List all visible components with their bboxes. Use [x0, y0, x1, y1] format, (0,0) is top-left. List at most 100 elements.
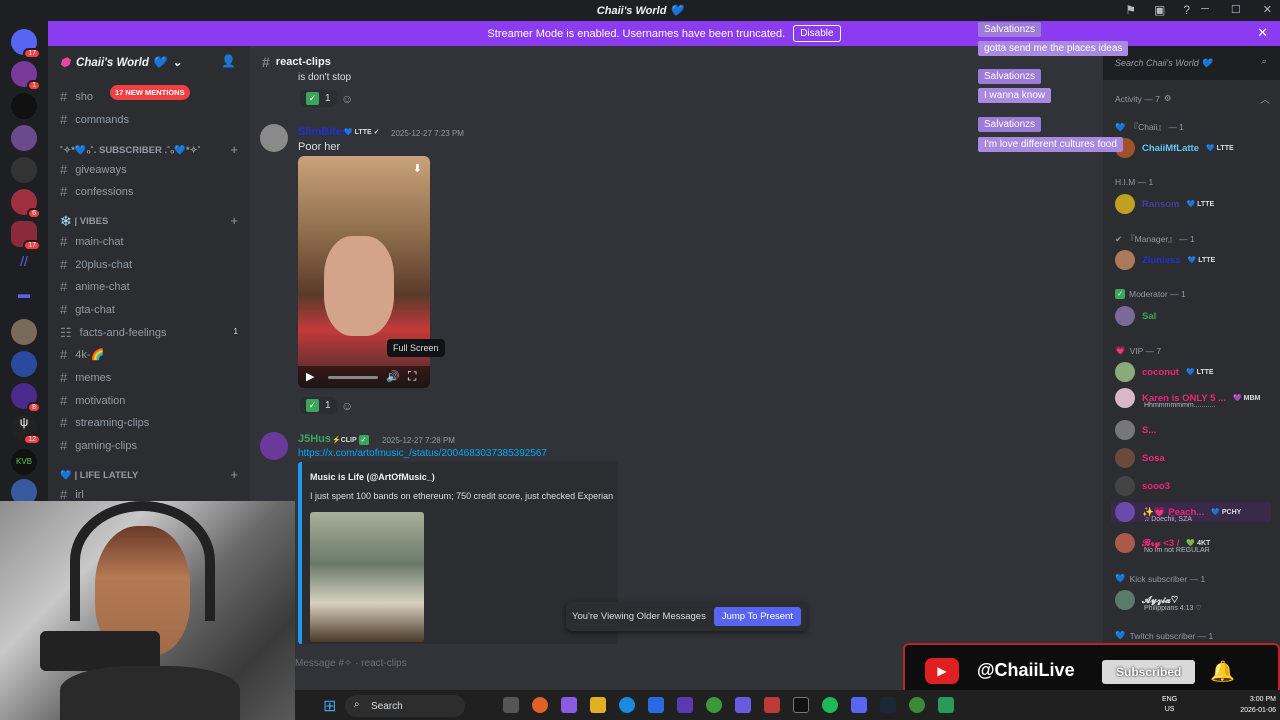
fullscreen-icon[interactable]: ⛶: [408, 369, 416, 384]
channel-item[interactable]: # confessions: [60, 184, 133, 199]
avatar: [1115, 448, 1135, 468]
spotify-icon[interactable]: [822, 697, 838, 713]
add-channel-icon[interactable]: +: [230, 142, 238, 157]
server-icon[interactable]: [11, 351, 37, 377]
server-header[interactable]: ⬢ Chaii's World 💙 ⌄: [48, 46, 250, 78]
help-icon[interactable]: ?: [1183, 3, 1190, 17]
message-author[interactable]: SlimBites: [298, 126, 348, 138]
category-life[interactable]: 💙 | LIFE LATELY: [60, 470, 138, 481]
search-input[interactable]: Search Chaii's World 💙 ⌕: [1110, 54, 1272, 72]
overlay-chat-user: Salvationzs: [978, 69, 1042, 84]
chrome-icon[interactable]: [909, 697, 925, 713]
channel-item[interactable]: #20plus-chat: [60, 257, 132, 272]
seek-bar[interactable]: [328, 376, 378, 379]
add-channel-icon[interactable]: +: [230, 213, 238, 228]
app-icon[interactable]: [764, 697, 780, 713]
member-item[interactable]: Ransom 💙 LTTE: [1115, 194, 1214, 214]
file-explorer-icon[interactable]: [590, 697, 606, 713]
task-view-icon[interactable]: [503, 697, 519, 713]
avatar[interactable]: [260, 124, 288, 152]
member-item[interactable]: Zluniess 💙 LTTE: [1115, 250, 1215, 270]
server-icon[interactable]: 6: [11, 189, 41, 219]
add-reaction-icon[interactable]: ☺: [341, 399, 353, 413]
category-vibes[interactable]: ❄️ | VIBES: [60, 216, 108, 227]
disable-button[interactable]: Disable: [793, 25, 841, 42]
vscode-icon[interactable]: [648, 697, 664, 713]
tiktok-icon[interactable]: [793, 697, 809, 713]
inbox-icon[interactable]: ⚑: [1125, 3, 1136, 17]
app-icon[interactable]: [938, 697, 954, 713]
message-link[interactable]: https://x.com/artofmusic_/status/2004683…: [298, 448, 547, 459]
taskbar-search[interactable]: ⌕ Search: [345, 695, 465, 717]
reaction[interactable]: ✓ 1: [300, 397, 337, 414]
maximize-button[interactable]: ☐: [1231, 3, 1241, 16]
member-item[interactable]: Sosa: [1115, 448, 1165, 468]
language-indicator[interactable]: ENG US: [1162, 695, 1177, 715]
channel-item[interactable]: # memes: [60, 370, 111, 385]
server-icon[interactable]: KVB: [11, 449, 37, 475]
add-member-icon[interactable]: 👤: [221, 54, 236, 68]
older-messages-text: You're Viewing Older Messages: [572, 611, 706, 622]
windows-start-icon[interactable]: ⊞: [323, 696, 336, 716]
server-icon[interactable]: [11, 93, 37, 119]
app-icon[interactable]: [677, 697, 693, 713]
brave-icon[interactable]: [532, 697, 548, 713]
add-channel-icon[interactable]: +: [230, 467, 238, 482]
copilot-icon[interactable]: [561, 697, 577, 713]
hash-icon: #: [60, 415, 68, 430]
server-icon[interactable]: ψ 12: [11, 415, 41, 445]
home-icon[interactable]: 17: [11, 29, 41, 59]
server-icon[interactable]: [11, 157, 37, 183]
server-icon[interactable]: 17: [11, 221, 41, 251]
embed-image[interactable]: [310, 512, 424, 642]
banner-close-icon[interactable]: ✕: [1257, 25, 1268, 41]
channel-item[interactable]: #4k-🌈: [60, 347, 104, 362]
member-item[interactable]: ChaiiMfLatte 💙 LTTE: [1115, 138, 1234, 158]
teams-icon[interactable]: [735, 697, 751, 713]
server-icon[interactable]: 8: [11, 383, 41, 413]
category-subscriber[interactable]: ˚✧*💙ₒ˚. SUBSCRIBER .˚ₒ💙*✧˚: [60, 145, 201, 156]
discord-icon[interactable]: [851, 697, 867, 713]
member-item[interactable]: coconut 💙 LTTE: [1115, 362, 1214, 382]
system-clock[interactable]: 3:00 PM 2026-01-06: [1240, 694, 1276, 716]
channel-item[interactable]: # motivation: [60, 393, 125, 408]
folder-icon[interactable]: ▬: [11, 287, 37, 313]
member-item[interactable]: sooo3: [1115, 476, 1170, 496]
channel-item[interactable]: # gta-chat: [60, 302, 115, 317]
minimize-button[interactable]: ─: [1201, 3, 1209, 16]
bell-icon: 🔔: [1210, 661, 1235, 683]
download-icon[interactable]: ⬇: [413, 162, 422, 175]
jump-to-present-button[interactable]: Jump To Present: [713, 607, 801, 626]
channel-item[interactable]: # streaming-clips: [60, 415, 149, 430]
channel-item[interactable]: # irl: [60, 487, 84, 501]
channel-item[interactable]: # main-chat: [60, 234, 124, 249]
collapse-icon[interactable]: ︿: [1260, 91, 1270, 106]
new-mentions-badge[interactable]: 17 NEW MENTIONS: [110, 85, 190, 100]
embed-author[interactable]: Music is Life (@ArtOfMusic_): [310, 472, 435, 482]
member-item[interactable]: S...: [1115, 420, 1156, 440]
server-icon[interactable]: //: [11, 253, 37, 279]
server-icon[interactable]: [11, 319, 37, 345]
server-icon[interactable]: [11, 125, 37, 151]
avatar[interactable]: [260, 432, 288, 460]
channel-item[interactable]: # anime-chat: [60, 279, 130, 294]
add-reaction-icon[interactable]: ☺: [341, 92, 353, 106]
play-icon[interactable]: ▶: [306, 370, 314, 383]
close-window-button[interactable]: ✕: [1263, 3, 1272, 16]
channel-item[interactable]: ☷ facts-and-feelings: [60, 325, 166, 341]
member-item[interactable]: Sal: [1115, 306, 1156, 326]
server-icon[interactable]: 1: [11, 61, 41, 91]
edge-icon[interactable]: [619, 697, 635, 713]
steam-icon[interactable]: [880, 697, 896, 713]
channel-item[interactable]: # giveaways: [60, 162, 127, 177]
channel-item[interactable]: # commands: [60, 112, 129, 127]
message-author[interactable]: J5Hus: [298, 433, 331, 445]
activity-header[interactable]: Activity — 7 ⚙: [1115, 93, 1172, 104]
volume-icon[interactable]: 🔊: [386, 370, 400, 383]
channel-item[interactable]: # sho: [60, 89, 93, 104]
channel-item[interactable]: # gaming-clips: [60, 438, 137, 453]
role-header: 💙 Twitch subscriber — 1: [1115, 630, 1214, 641]
reaction[interactable]: ✓ 1: [300, 90, 337, 107]
monitor-icon[interactable]: ▣: [1154, 3, 1165, 17]
chrome-icon[interactable]: [706, 697, 722, 713]
